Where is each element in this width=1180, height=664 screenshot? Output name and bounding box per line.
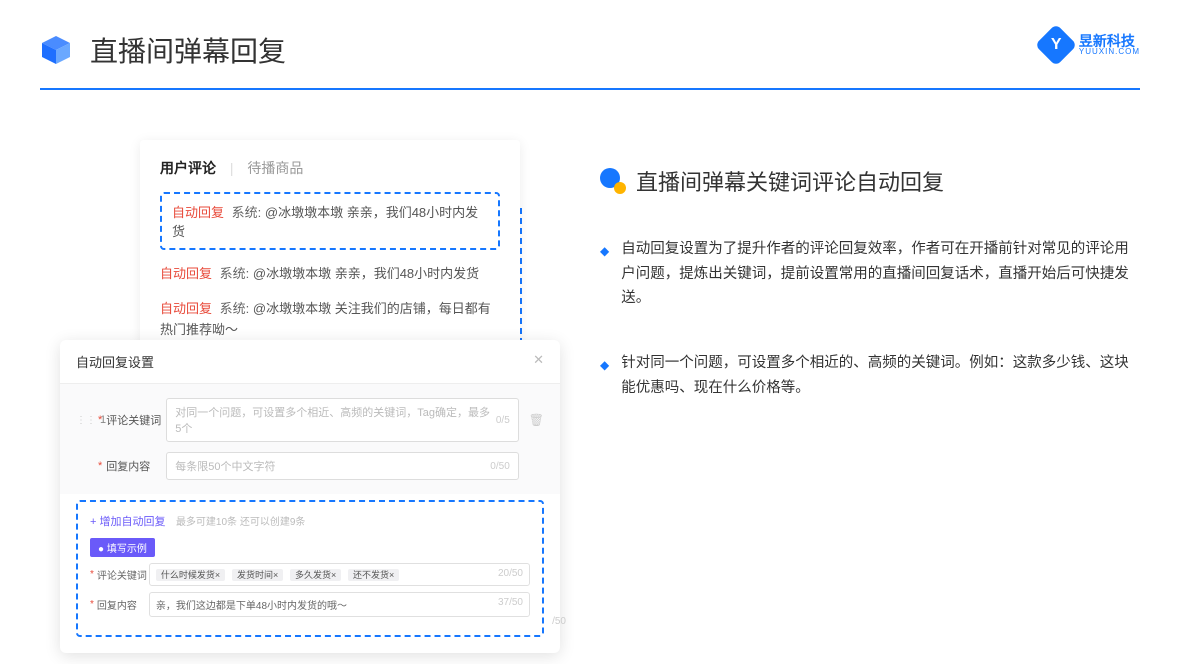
example-content-counter: 37/50 — [498, 597, 523, 612]
placeholder-text: 每条限50个中文字符 — [175, 458, 275, 474]
panel-tabs: 用户评论 | 待播商品 — [160, 158, 500, 178]
content-input[interactable]: 每条限50个中文字符 0/50 — [166, 452, 518, 480]
content-label: 回复内容 — [106, 458, 166, 474]
diamond-bullet-icon: ◆ — [600, 241, 609, 311]
keyword-input[interactable]: 对同一个问题，可设置多个相近、高频的关键词，Tag确定，最多5个 0/5 — [166, 398, 518, 442]
diamond-bullet-icon: ◆ — [600, 355, 609, 400]
example-keyword-row: * 评论关键词 什么时候发货× 发货时间× 多久发货× 还不发货× 20/50 — [90, 563, 530, 586]
modal-title: 自动回复设置 — [76, 352, 154, 371]
add-hint-text: 最多可建10条 还可以创建9条 — [176, 517, 305, 528]
required-star: * — [98, 460, 102, 472]
logo-text-en: YUUXIN.COM — [1079, 48, 1140, 56]
tab-pending-goods[interactable]: 待播商品 — [247, 160, 303, 176]
required-star: * — [90, 569, 94, 580]
tag-chip: 什么时候发货× — [156, 569, 225, 581]
auto-reply-tag: 自动回复 — [160, 266, 212, 281]
close-icon[interactable]: ✕ — [533, 352, 544, 371]
section-title: 直播间弹幕关键词评论自动回复 — [636, 165, 944, 197]
auto-reply-tag: 自动回复 — [160, 301, 212, 316]
auto-reply-settings-modal: 自动回复设置 ✕ ⋮⋮1 * 评论关键词 对同一个问题，可设置多个相近、高频的关… — [60, 340, 560, 653]
tag-chip: 还不发货× — [348, 569, 399, 581]
highlighted-reply: 自动回复 系统: @冰墩墩本墩 亲亲，我们48小时内发货 — [160, 192, 500, 250]
keyword-counter: 0/5 — [496, 415, 510, 426]
content-counter: 0/50 — [490, 461, 509, 472]
keyword-label: 评论关键词 — [106, 412, 166, 428]
reply-item: 自动回复 系统: @冰墩墩本墩 关注我们的店铺，每日都有热门推荐呦～ — [160, 299, 500, 341]
example-badge: ● 填写示例 — [90, 538, 155, 557]
required-star: * — [90, 599, 94, 610]
brand-logo: Y 昱新科技 YUUXIN.COM — [1041, 30, 1140, 60]
example-keyword-input: 什么时候发货× 发货时间× 多久发货× 还不发货× 20/50 — [149, 563, 530, 586]
auto-reply-tag: 自动回复 — [172, 205, 224, 220]
outer-counter: /50 — [552, 616, 566, 627]
system-label: 系统: — [220, 301, 250, 316]
description-paragraph: ◆ 针对同一个问题，可设置多个相近的、高频的关键词。例如：这款多少钱、这块能优惠… — [600, 351, 1140, 400]
placeholder-text: 对同一个问题，可设置多个相近、高频的关键词，Tag确定，最多5个 — [175, 404, 496, 436]
logo-badge-icon: Y — [1035, 24, 1077, 66]
section-heading: 直播间弹幕关键词评论自动回复 — [600, 165, 1140, 197]
page-title: 直播间弹幕回复 — [90, 30, 286, 70]
example-block: + 增加自动回复 最多可建10条 还可以创建9条 ● 填写示例 * 评论关键词 … — [76, 500, 544, 637]
comments-panel: 用户评论 | 待播商品 自动回复 系统: @冰墩墩本墩 亲亲，我们48小时内发货… — [140, 140, 520, 360]
keyword-row: ⋮⋮1 * 评论关键词 对同一个问题，可设置多个相近、高频的关键词，Tag确定，… — [76, 398, 544, 442]
example-keyword-counter: 20/50 — [498, 568, 523, 581]
reply-item: 自动回复 系统: @冰墩墩本墩 亲亲，我们48小时内发货 — [160, 264, 500, 285]
header-divider — [40, 88, 1140, 90]
delete-icon[interactable]: 🗑 — [529, 413, 544, 427]
bubble-icon — [600, 168, 626, 194]
example-content-input: 亲，我们这边都是下单48小时内发货的哦～ 37/50 — [149, 592, 530, 617]
example-content-text: 亲，我们这边都是下单48小时内发货的哦～ — [156, 597, 347, 612]
example-keyword-label: 评论关键词 — [97, 567, 149, 582]
example-content-label: 回复内容 — [97, 597, 149, 612]
paragraph-text: 自动回复设置为了提升作者的评论回复效率，作者可在开播前针对常见的评论用户问题，提… — [621, 237, 1140, 311]
description-paragraph: ◆ 自动回复设置为了提升作者的评论回复效率，作者可在开播前针对常见的评论用户问题… — [600, 237, 1140, 311]
cube-icon — [40, 34, 72, 66]
content-row: * 回复内容 每条限50个中文字符 0/50 🗑 — [76, 452, 544, 480]
tab-user-comments[interactable]: 用户评论 — [160, 160, 216, 176]
tag-chip: 发货时间× — [232, 569, 283, 581]
tag-chip: 多久发货× — [290, 569, 341, 581]
add-auto-reply-link[interactable]: + 增加自动回复 — [90, 516, 165, 528]
tab-separator: | — [230, 160, 234, 176]
drag-handle-icon[interactable]: ⋮⋮ — [76, 415, 96, 426]
logo-text-cn: 昱新科技 — [1079, 34, 1140, 48]
system-label: 系统: — [220, 266, 250, 281]
required-star: * — [98, 414, 102, 426]
paragraph-text: 针对同一个问题，可设置多个相近的、高频的关键词。例如：这款多少钱、这块能优惠吗、… — [621, 351, 1140, 400]
system-label: 系统: — [232, 205, 262, 220]
example-content-row: * 回复内容 亲，我们这边都是下单48小时内发货的哦～ 37/50 — [90, 592, 530, 617]
reply-text: @冰墩墩本墩 亲亲，我们48小时内发货 — [253, 266, 479, 281]
